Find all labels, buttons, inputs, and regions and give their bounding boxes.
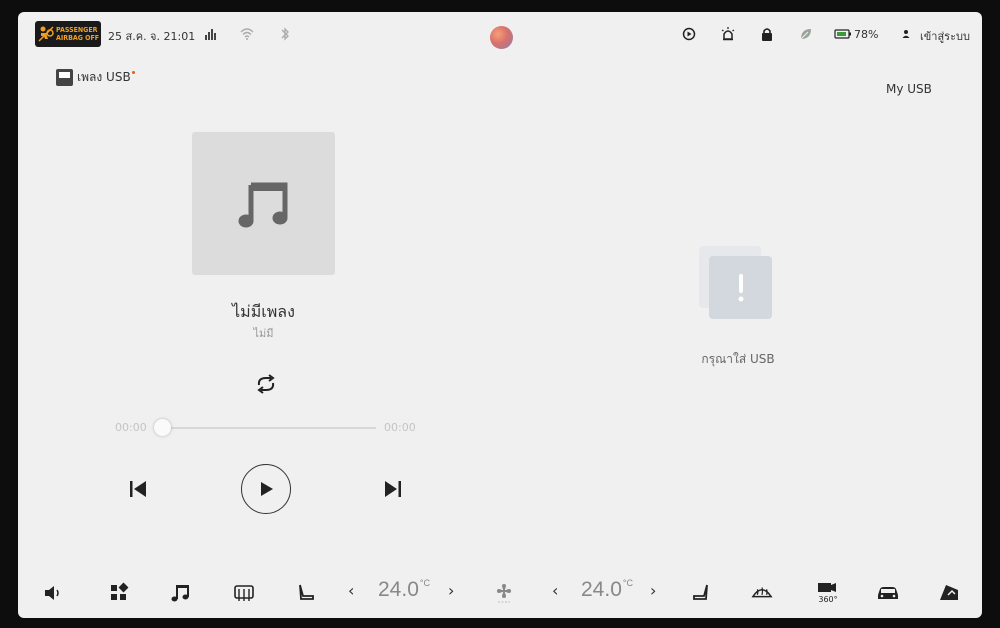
left-temp-decrease[interactable]: ‹	[348, 581, 354, 600]
volume-icon[interactable]	[42, 582, 64, 604]
left-temperature[interactable]: 24.0°C	[378, 578, 430, 602]
apps-icon[interactable]	[108, 582, 130, 604]
alarm-icon[interactable]	[720, 26, 736, 42]
front-defrost-icon[interactable]	[751, 582, 773, 604]
play-button[interactable]	[241, 464, 291, 514]
play-circle-icon[interactable]	[681, 26, 697, 42]
seat-heater-right-icon[interactable]	[690, 582, 712, 604]
right-temperature[interactable]: 24.0°C	[581, 578, 633, 602]
airbag-icon	[38, 26, 54, 42]
leaf-icon[interactable]	[798, 26, 814, 42]
progress-handle[interactable]	[154, 419, 171, 436]
fan-icon[interactable]	[493, 582, 515, 604]
status-datetime: 25 ส.ค. จ. 21:01	[108, 30, 196, 43]
right-temp-decrease[interactable]: ‹	[552, 581, 558, 600]
progress-track[interactable]	[160, 427, 376, 429]
status-bar: PASSENGER AIRBAG OFF 25 ส.ค. จ. 21:01 78…	[18, 12, 982, 56]
airbag-label-line1: PASSENGER	[56, 26, 98, 34]
login-button[interactable]: เข้าสู่ระบบ	[920, 27, 970, 45]
bottom-control-bar: ‹ 24.0°C › ‹ 24.0°C › 360°	[18, 572, 982, 612]
vehicle-settings-icon[interactable]	[938, 582, 960, 604]
total-time: 00:00	[384, 421, 416, 434]
wifi-icon	[240, 28, 254, 40]
media-source-label: เพลง USB	[77, 70, 131, 84]
exclamation-icon	[738, 273, 743, 301]
next-track-button[interactable]	[381, 479, 403, 499]
usb-warning-box	[709, 256, 772, 319]
svg-text:360°: 360°	[818, 595, 837, 604]
infotainment-screen: PASSENGER AIRBAG OFF 25 ส.ค. จ. 21:01 78…	[18, 12, 982, 618]
battery-percent: 78%	[854, 28, 879, 41]
airbag-label-line2: AIRBAG OFF	[56, 34, 100, 42]
media-source-selector[interactable]: เพลง USB	[56, 68, 135, 87]
elapsed-time: 00:00	[115, 421, 147, 434]
battery-icon	[834, 29, 851, 39]
lock-icon[interactable]	[759, 26, 775, 42]
my-usb-tab[interactable]: My USB	[886, 82, 932, 96]
right-temp-increase[interactable]: ›	[650, 581, 656, 600]
play-icon	[261, 482, 273, 496]
source-indicator-dot	[131, 71, 135, 74]
repeat-icon[interactable]	[254, 374, 278, 394]
usb-drive-icon	[56, 69, 73, 86]
signal-icon	[205, 29, 216, 40]
passenger-airbag-off-indicator: PASSENGER AIRBAG OFF	[35, 21, 101, 47]
insert-usb-message: กรุณาใส่ USB	[701, 352, 775, 366]
camera-360-icon[interactable]: 360°	[815, 582, 841, 604]
song-title: ไม่มีเพลง	[232, 302, 295, 321]
music-note-icon	[238, 182, 287, 227]
voice-assistant-orb[interactable]	[490, 26, 513, 49]
car-icon[interactable]	[875, 582, 901, 604]
previous-track-button[interactable]	[128, 479, 150, 499]
music-icon[interactable]	[170, 582, 192, 604]
rear-defrost-icon[interactable]	[233, 582, 255, 604]
seat-heater-left-icon[interactable]	[295, 582, 317, 604]
bluetooth-icon	[281, 27, 289, 41]
user-icon[interactable]	[898, 26, 914, 42]
song-artist: ไม่มี	[253, 327, 274, 340]
album-art	[192, 132, 335, 275]
left-temp-increase[interactable]: ›	[448, 581, 454, 600]
